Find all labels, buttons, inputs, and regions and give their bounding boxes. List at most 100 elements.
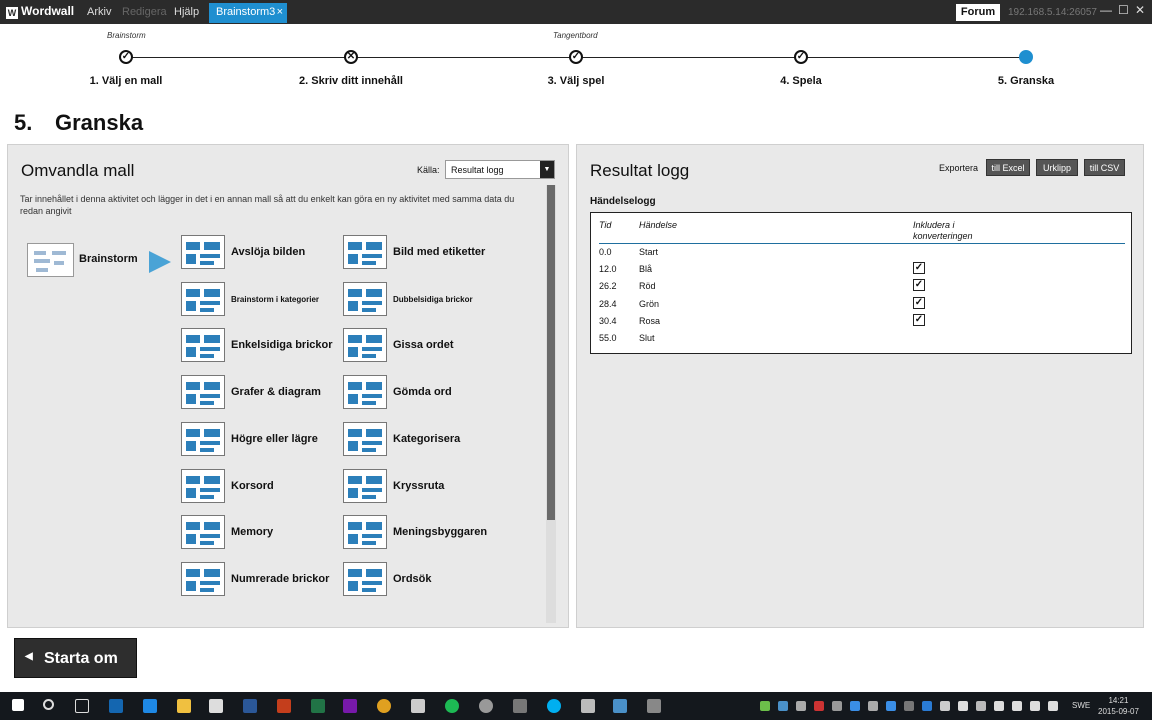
scrollbar-thumb[interactable] bbox=[547, 185, 555, 520]
template-option[interactable]: Kryssruta bbox=[343, 468, 503, 505]
app-icon[interactable] bbox=[513, 699, 527, 713]
tab-close-icon[interactable]: × bbox=[277, 6, 283, 18]
template-option[interactable]: Bild med etiketter bbox=[343, 235, 503, 271]
tray-icon[interactable] bbox=[868, 701, 878, 711]
clock[interactable]: 14:21 2015-09-07 bbox=[1098, 695, 1139, 717]
template-thumbnail-icon bbox=[343, 281, 387, 316]
chevron-down-icon[interactable]: ▼ bbox=[540, 161, 554, 178]
chrome-icon[interactable] bbox=[377, 699, 391, 713]
step-3-check-icon[interactable]: ✓ bbox=[569, 50, 583, 64]
outlook-icon[interactable] bbox=[109, 699, 123, 713]
include-checkbox[interactable]: ✓ bbox=[913, 296, 925, 309]
template-option[interactable]: Grafer & diagram bbox=[181, 375, 341, 411]
template-label: Korsord bbox=[231, 479, 274, 492]
include-checkbox[interactable]: ✓ bbox=[913, 262, 925, 275]
app-logo-text: Wordwall bbox=[21, 4, 75, 18]
spotify-icon[interactable] bbox=[445, 699, 459, 713]
include-checkbox[interactable]: ✓ bbox=[913, 279, 925, 292]
step-2-error-icon[interactable]: ✕ bbox=[344, 50, 358, 64]
word-icon[interactable] bbox=[243, 699, 257, 713]
forum-button[interactable]: Forum bbox=[956, 4, 1000, 21]
battery-icon[interactable] bbox=[994, 701, 1004, 711]
include-checkbox[interactable]: ✓ bbox=[913, 313, 925, 326]
wordwall-logo-icon: W bbox=[6, 7, 18, 19]
bluetooth-icon[interactable] bbox=[940, 701, 950, 711]
server-address: 192.168.5.14:26057 bbox=[1008, 7, 1097, 18]
file-explorer-icon[interactable] bbox=[177, 699, 191, 713]
template-option[interactable]: Korsord bbox=[181, 468, 341, 505]
source-select[interactable]: Resultat logg ▼ bbox=[445, 160, 555, 179]
app-icon[interactable] bbox=[581, 699, 595, 713]
convert-description: Tar innehållet i denna aktivitet och läg… bbox=[20, 194, 515, 216]
panel-title: Resultat logg bbox=[590, 161, 690, 180]
close-icon[interactable]: ✕ bbox=[1135, 3, 1145, 17]
template-thumbnail-icon bbox=[181, 515, 225, 550]
template-label: Numrerade brickor bbox=[231, 572, 330, 585]
template-option[interactable]: Avslöja bilden bbox=[181, 235, 341, 271]
template-option[interactable]: Dubbelsidiga brickor bbox=[343, 281, 503, 318]
store-icon[interactable] bbox=[209, 699, 223, 713]
maximize-icon[interactable]: ☐ bbox=[1118, 3, 1129, 17]
template-option[interactable]: Brainstorm i kategorier bbox=[181, 281, 341, 318]
template-label: Grafer & diagram bbox=[231, 386, 321, 399]
tray-icon[interactable] bbox=[778, 701, 788, 711]
export-csv-button[interactable]: till CSV bbox=[1084, 159, 1125, 176]
menu-arkiv[interactable]: Arkiv bbox=[87, 6, 111, 18]
app-icon[interactable] bbox=[479, 699, 493, 713]
restart-button[interactable]: ◀ Starta om bbox=[14, 638, 137, 678]
wordwall-taskbar-icon[interactable] bbox=[613, 699, 627, 713]
search-icon[interactable] bbox=[43, 699, 54, 710]
edge-icon[interactable] bbox=[143, 699, 157, 713]
menu-hjalp[interactable]: Hjälp bbox=[174, 6, 199, 18]
volume-icon[interactable] bbox=[1030, 701, 1040, 711]
calculator-icon[interactable] bbox=[411, 699, 425, 713]
tray-icon[interactable] bbox=[886, 701, 896, 711]
excel-icon[interactable] bbox=[311, 699, 325, 713]
tray-icon[interactable] bbox=[760, 701, 770, 711]
tray-icon[interactable] bbox=[922, 701, 932, 711]
template-option[interactable]: Enkelsidiga brickor bbox=[181, 328, 341, 364]
step-1-check-icon[interactable]: ✓ bbox=[119, 50, 133, 64]
template-label: Högre eller lägre bbox=[231, 432, 318, 445]
dropbox-icon[interactable] bbox=[976, 701, 986, 711]
cell-time: 12.0 bbox=[599, 264, 617, 275]
wifi-icon[interactable] bbox=[1012, 701, 1022, 711]
step-4-label[interactable]: 4. Spela bbox=[731, 75, 871, 87]
step-2-label[interactable]: 2. Skriv ditt innehåll bbox=[281, 75, 421, 87]
template-option[interactable]: Meningsbyggaren bbox=[343, 515, 503, 551]
step-3-label[interactable]: 3. Välj spel bbox=[506, 75, 646, 87]
template-list-scrollbar[interactable] bbox=[546, 185, 556, 623]
template-option[interactable]: Numrerade brickor bbox=[181, 561, 341, 598]
template-option[interactable]: Memory bbox=[181, 515, 341, 551]
step-4-check-icon[interactable]: ✓ bbox=[794, 50, 808, 64]
template-option[interactable]: Högre eller lägre bbox=[181, 421, 341, 458]
minimize-icon[interactable]: — bbox=[1100, 3, 1112, 17]
panel-title: Omvandla mall bbox=[21, 161, 135, 180]
tray-icon[interactable] bbox=[850, 701, 860, 711]
tray-icon[interactable] bbox=[904, 701, 914, 711]
template-option[interactable]: Gissa ordet bbox=[343, 328, 503, 364]
tray-icon[interactable] bbox=[796, 701, 806, 711]
step-5-label[interactable]: 5. Granska bbox=[956, 75, 1096, 87]
template-label: Gissa ordet bbox=[393, 339, 454, 352]
notification-icon[interactable] bbox=[1048, 701, 1058, 711]
step-5-current-icon[interactable] bbox=[1019, 50, 1033, 64]
onenote-icon[interactable] bbox=[343, 699, 357, 713]
tray-icon[interactable] bbox=[814, 701, 824, 711]
skype-icon[interactable] bbox=[547, 699, 561, 713]
template-option[interactable]: Ordsök bbox=[343, 561, 503, 598]
language-indicator[interactable]: SWE bbox=[1072, 701, 1090, 710]
app-icon[interactable] bbox=[647, 699, 661, 713]
taskbar: SWE 14:21 2015-09-07 bbox=[0, 692, 1152, 720]
windows-start-icon[interactable] bbox=[12, 699, 24, 711]
export-clipboard-button[interactable]: Urklipp bbox=[1036, 159, 1078, 176]
export-excel-button[interactable]: till Excel bbox=[986, 159, 1030, 176]
template-option[interactable]: Gömda ord bbox=[343, 375, 503, 411]
template-option[interactable]: Kategorisera bbox=[343, 421, 503, 458]
task-view-icon[interactable] bbox=[75, 699, 89, 713]
up-arrow-icon[interactable] bbox=[958, 701, 968, 711]
powerpoint-icon[interactable] bbox=[277, 699, 291, 713]
tray-icon[interactable] bbox=[832, 701, 842, 711]
step-1-label[interactable]: 1. Välj en mall bbox=[56, 75, 196, 87]
tab-brainstorm3[interactable]: Brainstorm3 × bbox=[209, 3, 287, 23]
